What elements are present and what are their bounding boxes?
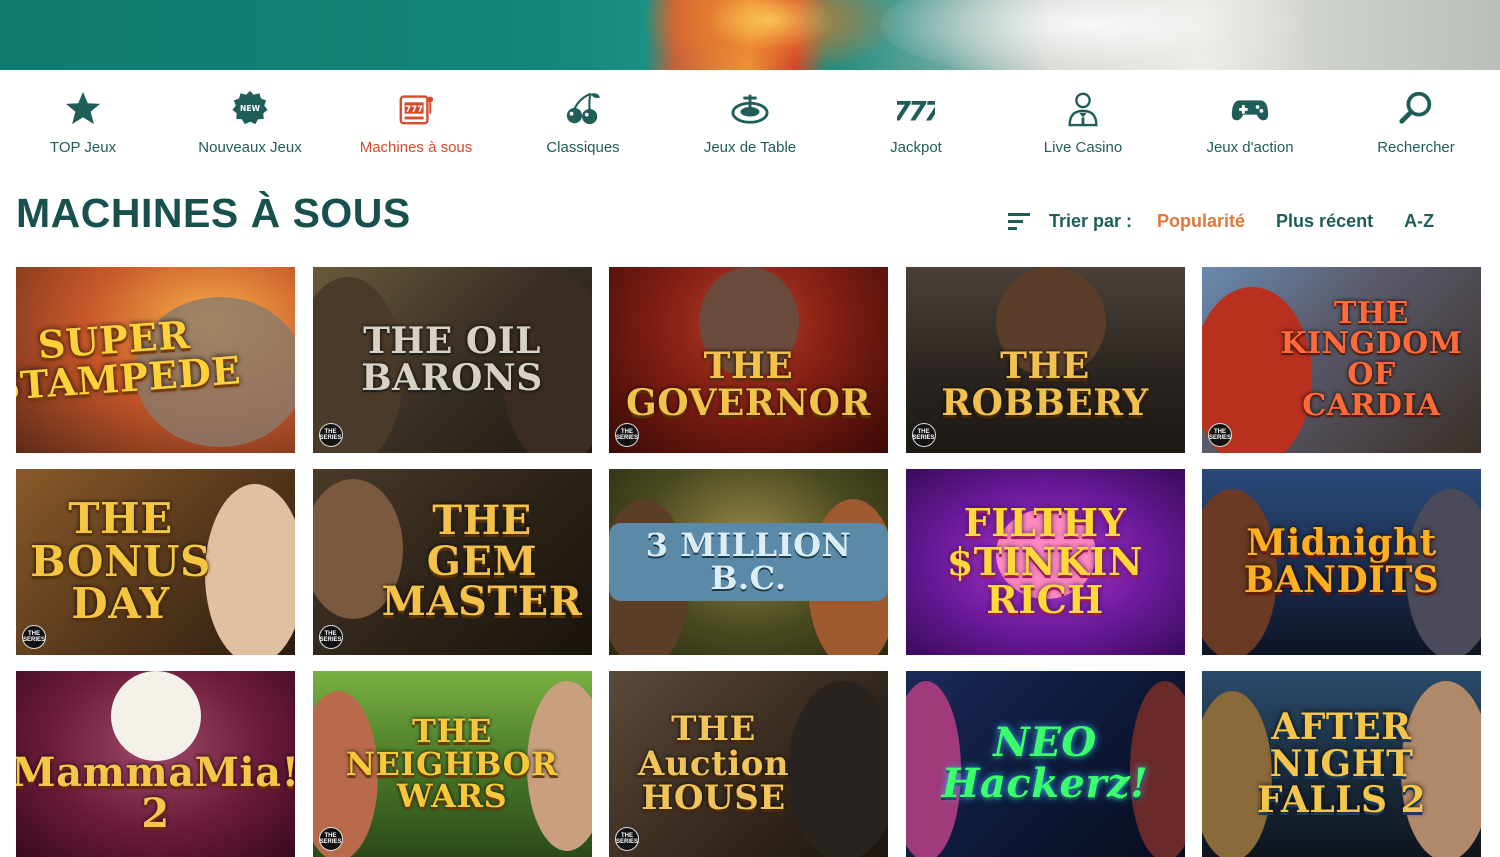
game-card-mamma-mia-2[interactable]: MammaMia! 2	[16, 671, 295, 857]
slot-machine-icon: 777	[396, 88, 436, 128]
game-title: THE NEIGHBOR WARS	[345, 712, 559, 816]
category-label: Jeux d'action	[1206, 139, 1294, 156]
category-live-casino[interactable]: Live Casino	[1000, 88, 1166, 156]
hero-flame-glow	[640, 0, 900, 70]
game-title: NEO Hackerz!	[941, 719, 1149, 807]
game-card-auction-house[interactable]: THE Auction HOUSE THE SERIES	[609, 671, 888, 857]
category-jackpot[interactable]: 777 Jackpot	[833, 88, 999, 156]
category-label: TOP Jeux	[49, 139, 117, 156]
game-title: THE KINGDOM OF CARDIA	[1280, 295, 1463, 423]
game-card-neo-hackerz[interactable]: NEO Hackerz!	[905, 671, 1185, 857]
page-title: MACHINES À SOUS	[16, 190, 411, 236]
game-card-gem-master[interactable]: THE GEM MASTER THE SERIES	[312, 469, 592, 655]
game-title: THE ROBBERY	[941, 345, 1149, 424]
cherries-icon	[563, 88, 603, 128]
series-badge: THE SERIES	[615, 827, 639, 851]
game-card-bonus-day[interactable]: THE BONUS DAY THE SERIES	[16, 469, 295, 655]
category-label: Nouveaux Jeux	[198, 139, 302, 156]
category-label: Live Casino	[1043, 139, 1123, 156]
category-label: Rechercher	[1377, 139, 1455, 156]
game-title: THE GEM MASTER	[381, 496, 583, 626]
game-card-midnight-bandits[interactable]: Midnight BANDITS	[1202, 469, 1481, 655]
game-card-governor[interactable]: THE GOVERNOR THE SERIES	[609, 267, 888, 453]
game-card-robbery[interactable]: THE ROBBERY THE SERIES	[905, 267, 1185, 453]
game-card-after-night-falls-2[interactable]: AFTER NIGHT FALLS 2	[1202, 671, 1481, 857]
triple-seven-icon: 777	[896, 88, 936, 128]
svg-text:777: 777	[897, 96, 935, 127]
category-slots[interactable]: 777 Machines à sous	[333, 88, 499, 156]
category-classics[interactable]: Classiques	[500, 88, 666, 156]
category-new-games[interactable]: NEW Nouveaux Jeux	[167, 88, 333, 156]
game-card-kingdom-of-cardia[interactable]: THE KINGDOM OF CARDIA THE SERIES	[1202, 267, 1481, 453]
game-card-3-million-bc[interactable]: 3 MILLION B.C.	[609, 469, 888, 655]
category-action-games[interactable]: Jeux d'action	[1167, 88, 1333, 156]
sort-newest-option[interactable]: Plus récent	[1276, 211, 1373, 232]
game-title: THE Auction HOUSE	[637, 708, 790, 819]
sort-popularity-option[interactable]: Popularité	[1157, 211, 1245, 232]
category-label: Classiques	[546, 139, 620, 156]
svg-text:777: 777	[405, 105, 423, 115]
series-badge: THE SERIES	[615, 423, 639, 447]
game-title: AFTER NIGHT FALLS 2	[1256, 705, 1427, 822]
category-table-games[interactable]: Jeux de Table	[667, 88, 833, 156]
new-badge-icon: NEW	[230, 88, 270, 128]
sort-bar: Trier par : Popularité Plus récent A-Z	[1008, 205, 1434, 237]
svg-text:NEW: NEW	[240, 104, 261, 113]
sort-label: Trier par :	[1049, 210, 1133, 231]
roulette-icon	[730, 88, 770, 128]
series-badge: THE SERIES	[911, 423, 936, 447]
game-title: FILTHY $TINKIN RICH	[946, 499, 1144, 623]
category-search[interactable]: Rechercher	[1333, 88, 1499, 156]
hero-smoke	[880, 0, 1300, 70]
category-label: Machines à sous	[359, 139, 473, 156]
category-label: Jackpot	[890, 139, 942, 156]
dealer-icon	[1063, 88, 1103, 128]
game-card-filthy-stinkin-rich[interactable]: FILTHY $TINKIN RICH	[905, 469, 1185, 655]
game-title: THE GOVERNOR	[626, 345, 871, 424]
sort-icon	[1008, 213, 1030, 230]
game-title: MammaMia! 2	[16, 749, 295, 837]
series-badge: THE SERIES	[318, 423, 343, 447]
series-badge: THE SERIES	[1208, 423, 1232, 447]
game-card-oil-barons[interactable]: THE OIL BARONS THE SERIES	[312, 267, 592, 453]
sort-az-option[interactable]: A-Z	[1404, 211, 1434, 232]
category-label: Jeux de Table	[703, 139, 797, 156]
series-badge: THE SERIES	[318, 827, 343, 851]
game-card-super-stampede[interactable]: SUPER STAMPEDE	[16, 267, 295, 453]
game-title: 3 MILLION B.C.	[609, 523, 888, 601]
category-nav: TOP Jeux NEW Nouveaux Jeux 777 Machines …	[0, 70, 1500, 175]
game-grid: SUPER STAMPEDE THE OIL BARONS THE SERIES…	[16, 267, 1481, 857]
series-badge: THE SERIES	[318, 625, 343, 649]
game-title: THE OIL BARONS	[361, 320, 543, 399]
gamepad-icon	[1230, 88, 1270, 128]
hero-banner	[0, 0, 1500, 70]
series-badge: THE SERIES	[22, 625, 46, 649]
star-icon	[63, 88, 103, 128]
category-top-games[interactable]: TOP Jeux	[0, 88, 166, 156]
game-title: Midnight BANDITS	[1243, 522, 1440, 601]
game-title: THE BONUS DAY	[30, 493, 211, 629]
game-card-neighbor-wars[interactable]: THE NEIGHBOR WARS THE SERIES	[312, 671, 592, 857]
search-icon	[1396, 88, 1436, 128]
